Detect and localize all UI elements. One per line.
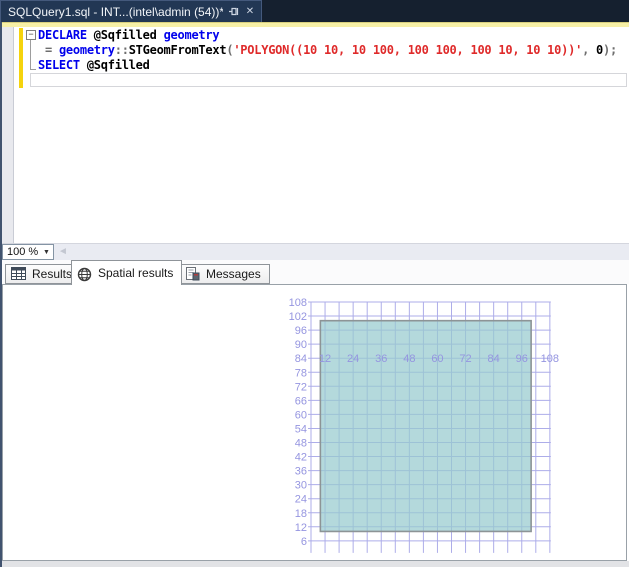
svg-text:36: 36 <box>295 466 307 478</box>
zoom-level-combo[interactable]: 100 % ▼ <box>2 244 54 260</box>
results-tab-bar: Results Spatial results Messages <box>0 260 629 285</box>
svg-text:60: 60 <box>295 409 307 421</box>
svg-text:54: 54 <box>295 423 307 435</box>
svg-text:24: 24 <box>295 494 307 506</box>
spatial-results-panel[interactable]: 108 102 96 90 84 78 72 66 60 54 48 42 36 30 24 18 12 6 12 2… <box>2 284 627 561</box>
svg-text:72: 72 <box>295 381 307 393</box>
svg-text:66: 66 <box>295 395 307 407</box>
chevron-down-icon[interactable]: ▼ <box>40 249 53 256</box>
close-icon[interactable]: ✕ <box>243 5 257 19</box>
svg-text:72: 72 <box>459 353 471 365</box>
scroll-left-icon[interactable]: ◄ <box>58 246 68 257</box>
svg-text:24: 24 <box>347 353 359 365</box>
svg-text:96: 96 <box>516 353 528 365</box>
svg-text:12: 12 <box>295 522 307 534</box>
fold-collapse-icon[interactable]: − <box>26 30 36 40</box>
window-left-border <box>0 22 2 567</box>
fold-guide-line <box>30 40 31 69</box>
ssms-window: SQLQuery1.sql - INT...(intel\admin (54))… <box>0 0 629 567</box>
svg-text:48: 48 <box>295 438 307 450</box>
editor-indicator-margin <box>2 27 14 243</box>
change-tracking-bar <box>19 28 23 88</box>
svg-text:12: 12 <box>319 353 331 365</box>
tab-results-label: Results <box>32 267 73 281</box>
svg-text:48: 48 <box>403 353 415 365</box>
tab-messages-label: Messages <box>206 267 261 281</box>
svg-text:90: 90 <box>295 339 307 351</box>
svg-text:84: 84 <box>488 353 500 365</box>
sql-editor[interactable]: − DECLARE @Sqfilled geometry = geometry:… <box>0 27 629 243</box>
zoom-level-value: 100 % <box>7 246 39 258</box>
window-bottom-strip <box>0 561 629 567</box>
editor-scrollbar-row[interactable]: 100 % ▼ ◄ <box>0 243 629 260</box>
code-lines[interactable]: DECLARE @Sqfilled geometry = geometry::S… <box>38 28 617 88</box>
pin-icon[interactable] <box>226 5 240 19</box>
globe-icon <box>77 266 93 282</box>
tab-results[interactable]: Results <box>5 264 82 284</box>
svg-text:30: 30 <box>295 480 307 492</box>
code-line: SELECT @Sqfilled <box>38 58 150 72</box>
svg-text:6: 6 <box>301 536 307 548</box>
svg-text:108: 108 <box>289 297 307 309</box>
svg-text:102: 102 <box>289 311 307 323</box>
code-line: DECLARE @Sqfilled geometry <box>38 28 220 42</box>
tab-spatial-results[interactable]: Spatial results <box>71 260 183 285</box>
code-line: = geometry::STGeomFromText('POLYGON((10 … <box>38 43 617 57</box>
svg-text:84: 84 <box>295 353 307 365</box>
svg-text:60: 60 <box>431 353 443 365</box>
document-tab-sqlquery1[interactable]: SQLQuery1.sql - INT...(intel\admin (54))… <box>0 0 262 22</box>
svg-text:36: 36 <box>375 353 387 365</box>
svg-text:42: 42 <box>295 452 307 464</box>
svg-text:96: 96 <box>295 325 307 337</box>
document-tab-title: SQLQuery1.sql - INT...(intel\admin (54))… <box>8 4 223 19</box>
fold-guide-corner <box>30 69 36 70</box>
svg-text:108: 108 <box>541 353 559 365</box>
svg-text:18: 18 <box>295 508 307 520</box>
document-tab-strip: SQLQuery1.sql - INT...(intel\admin (54))… <box>0 0 629 22</box>
spatial-chart: 108 102 96 90 84 78 72 66 60 54 48 42 36 30 24 18 12 6 12 2… <box>289 297 559 553</box>
svg-text:78: 78 <box>295 367 307 379</box>
messages-icon <box>185 267 201 281</box>
tab-messages[interactable]: Messages <box>179 264 270 284</box>
results-grid-icon <box>11 267 27 281</box>
tab-spatial-results-label: Spatial results <box>98 266 174 280</box>
